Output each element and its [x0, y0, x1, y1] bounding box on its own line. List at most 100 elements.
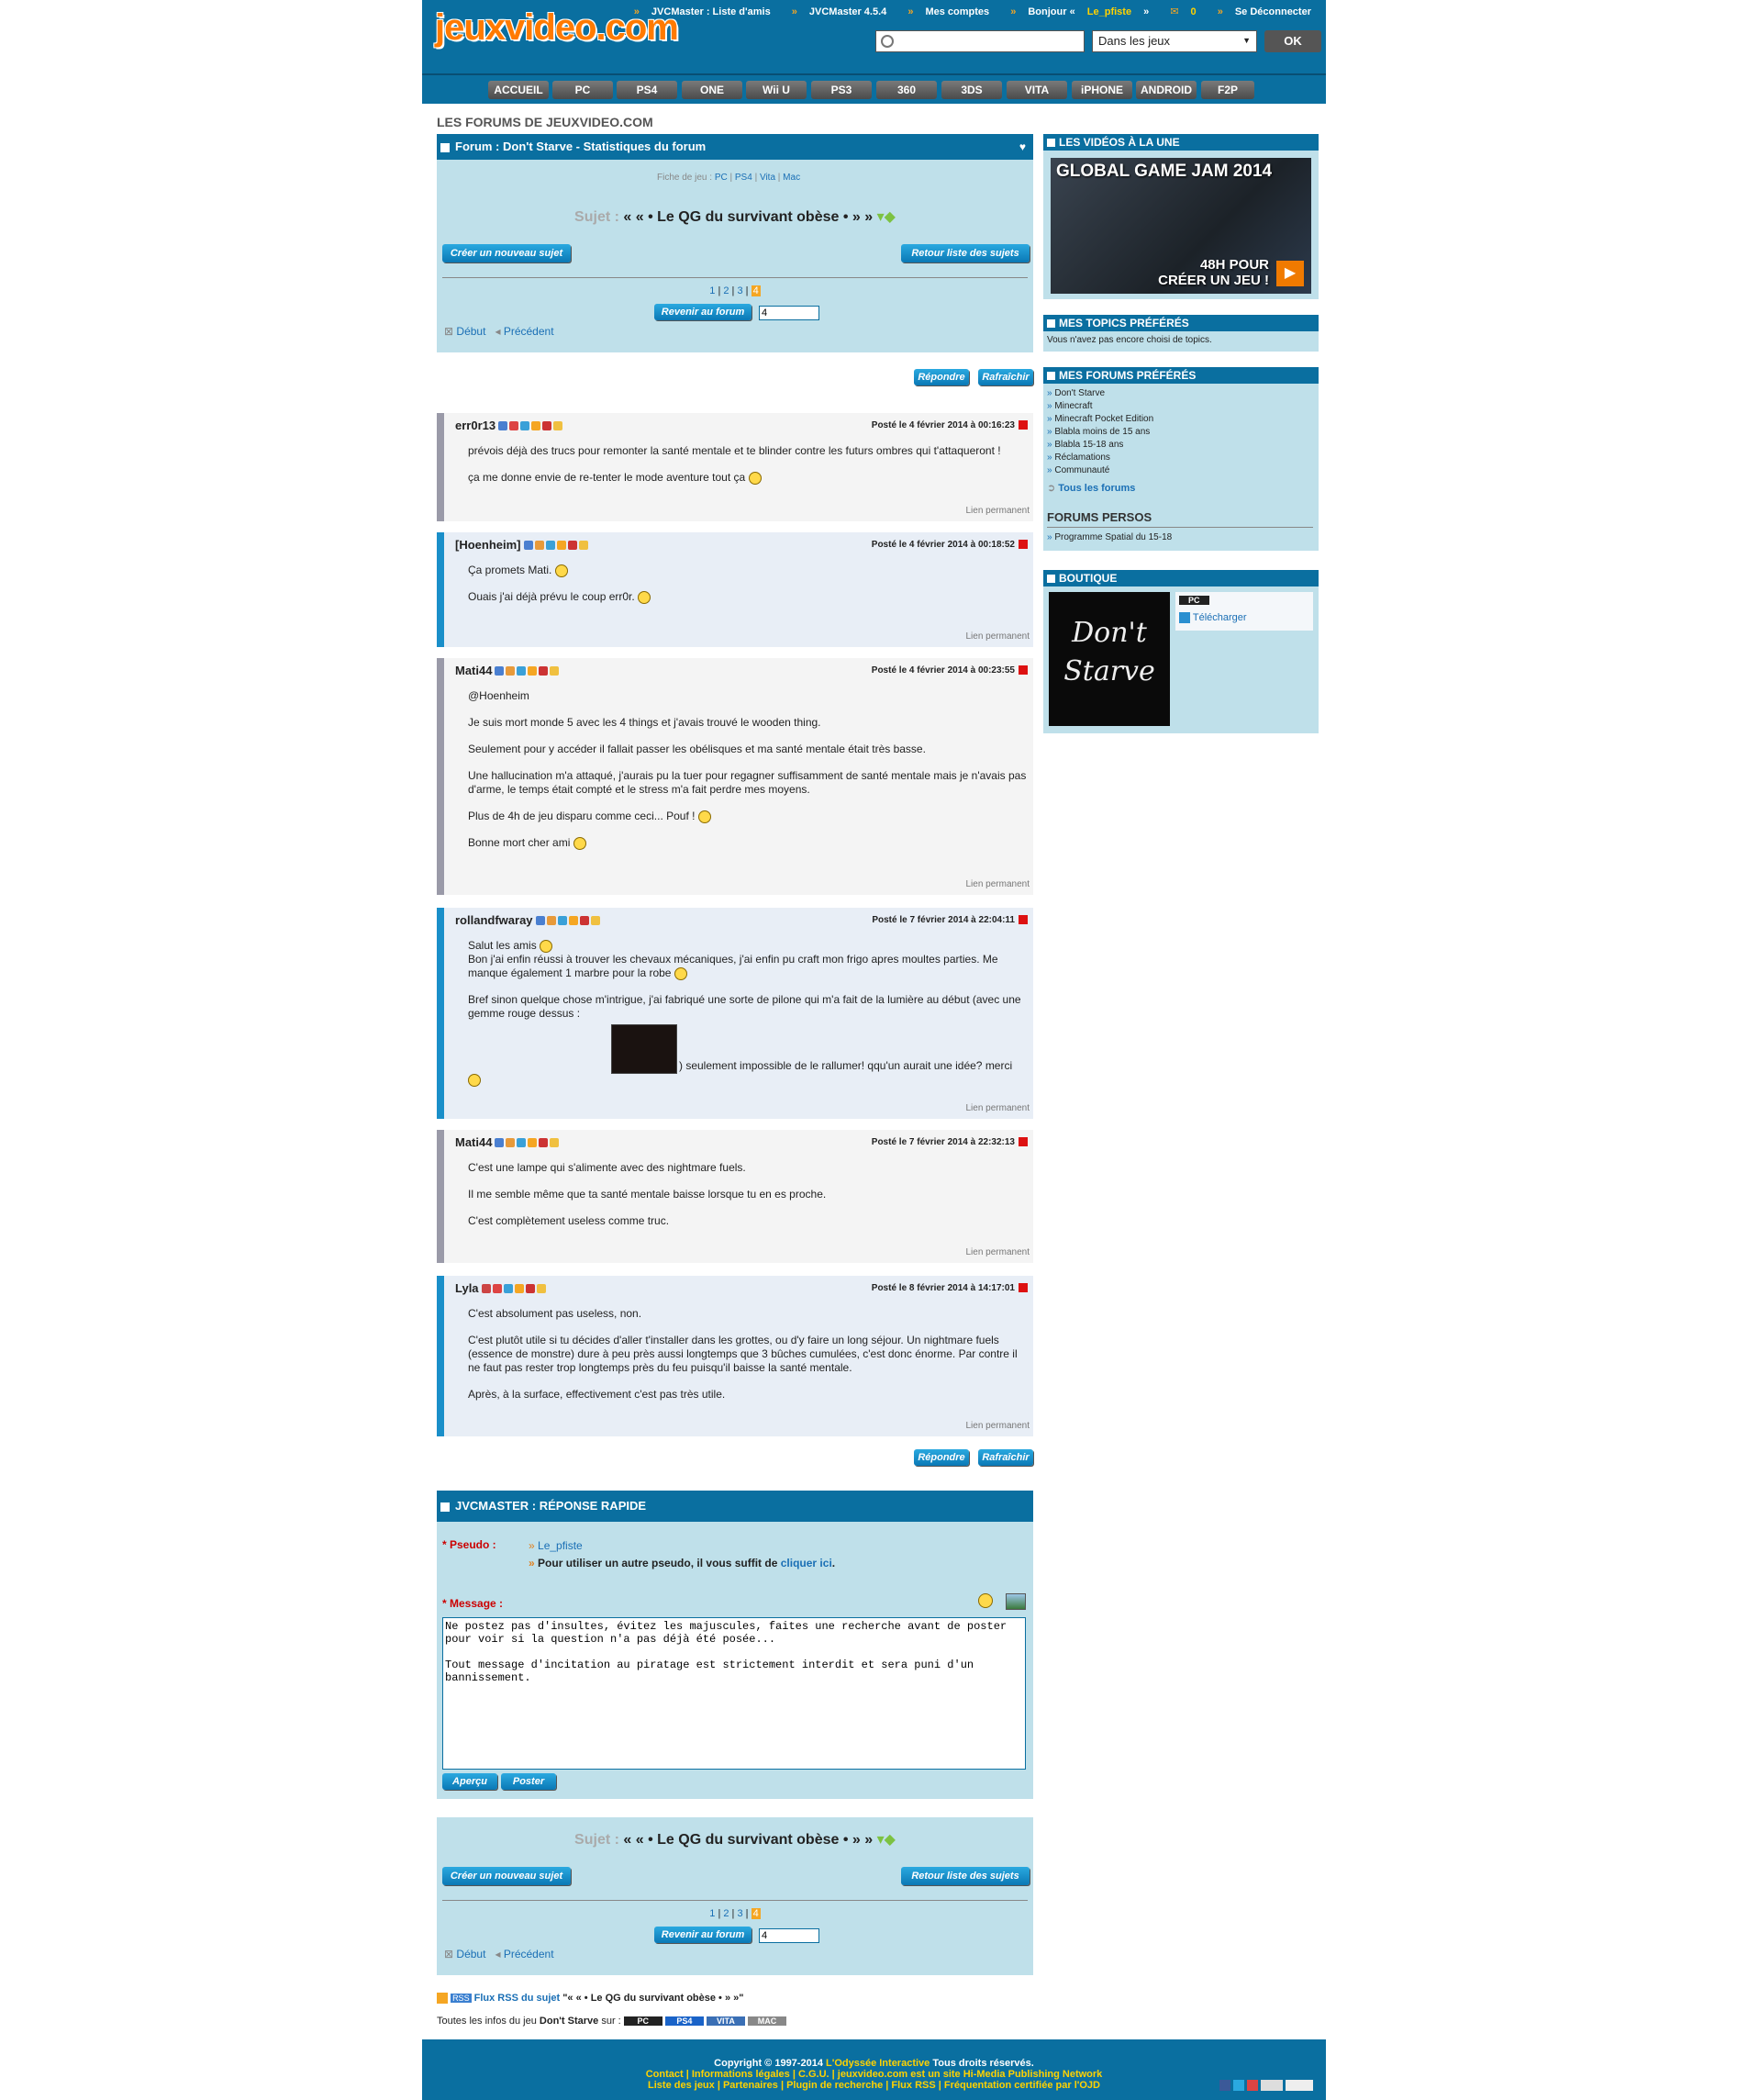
permalink[interactable]: Lien permanent — [966, 1247, 1030, 1257]
post-author[interactable]: Mati44 — [455, 664, 561, 678]
info-vita-button[interactable]: VITA — [706, 2016, 745, 2027]
page-2-link[interactable]: 2 — [723, 1908, 729, 1919]
search-input[interactable] — [898, 33, 1076, 51]
friends-link[interactable]: » JVCMaster : Liste d'amis — [625, 6, 771, 17]
page-input[interactable] — [759, 306, 819, 320]
favorite-forum-item[interactable]: » Blabla 15-18 ans — [1047, 439, 1319, 452]
refresh-button-bottom[interactable]: Rafraîchir — [978, 1449, 1033, 1466]
page-3-link[interactable]: 3 — [737, 285, 742, 296]
rss-feed-link[interactable]: Flux RSS du sujet — [474, 1993, 561, 2004]
report-icon[interactable] — [1019, 540, 1028, 550]
favorite-forum-item[interactable]: » Blabla moins de 15 ans — [1047, 426, 1319, 439]
favorite-heart-icon[interactable]: ♥ — [1019, 134, 1026, 160]
nav-vita[interactable]: VITA — [1007, 81, 1067, 99]
nav-pc[interactable]: PC — [552, 81, 613, 99]
collapse-icon[interactable] — [440, 142, 450, 152]
mail-link[interactable]: ✉ 0 — [1161, 6, 1196, 17]
info-ps4-button[interactable]: PS4 — [664, 2016, 704, 2027]
nav-3ds[interactable]: 3DS — [941, 81, 1002, 99]
embedded-screenshot-image[interactable] — [611, 1024, 677, 1074]
preview-button[interactable]: Aperçu — [442, 1773, 497, 1790]
post-author[interactable]: Lyla — [455, 1281, 548, 1296]
odyssee-link[interactable]: L'Odyssée Interactive — [826, 2058, 930, 2069]
post-button[interactable]: Poster — [501, 1773, 556, 1790]
image-insert-icon[interactable] — [1006, 1593, 1026, 1610]
post-author[interactable]: [Hoenheim] — [455, 538, 590, 553]
back-to-forum-button[interactable]: Revenir au forum — [654, 304, 752, 320]
reply-button-top[interactable]: Répondre — [914, 369, 969, 385]
video-thumbnail[interactable]: GLOBAL GAME JAM 2014 48H POUR CRÉER UN JE… — [1051, 158, 1311, 294]
nav-android[interactable]: ANDROID — [1136, 81, 1197, 99]
page-2-link[interactable]: 2 — [723, 285, 729, 296]
permalink[interactable]: Lien permanent — [966, 879, 1030, 889]
search-ok-button[interactable]: OK — [1264, 30, 1321, 52]
back-to-list-button[interactable]: Retour liste des sujets — [901, 1867, 1030, 1885]
share-count-icon[interactable] — [1286, 2080, 1313, 2091]
report-icon[interactable] — [1019, 665, 1028, 676]
permalink[interactable]: Lien permanent — [966, 1421, 1030, 1431]
footer-links-2[interactable]: Liste des jeux | Partenaires | Plugin de… — [422, 2080, 1326, 2091]
twitter-icon[interactable] — [1232, 2080, 1244, 2091]
jvcmaster-link[interactable]: » JVCMaster 4.5.4 — [783, 6, 887, 17]
new-topic-button[interactable]: Créer un nouveau sujet — [442, 244, 571, 262]
nav-ps4[interactable]: PS4 — [617, 81, 677, 99]
post-author[interactable]: Mati44 — [455, 1135, 561, 1150]
click-here-link[interactable]: cliquer ici — [781, 1557, 832, 1569]
download-link[interactable]: Télécharger — [1179, 612, 1247, 624]
forum-title[interactable]: Forum : Don't Starve - Statistiques du f… — [455, 140, 706, 153]
reply-button-bottom[interactable]: Répondre — [914, 1449, 969, 1466]
favorite-forum-item[interactable]: » Minecraft — [1047, 400, 1319, 413]
facebook-icon[interactable] — [1219, 2080, 1230, 2091]
previous-link[interactable]: Précédent — [504, 1948, 554, 1960]
favorite-forum-item[interactable]: » Don't Starve — [1047, 387, 1319, 400]
search-scope-select[interactable]: Dans les jeux ▼ — [1092, 30, 1257, 52]
nav-accueil[interactable]: ACCUEIL — [488, 81, 549, 99]
page-3-link[interactable]: 3 — [737, 1908, 742, 1919]
report-icon[interactable] — [1019, 420, 1028, 430]
favorite-forum-item[interactable]: » Communauté — [1047, 464, 1319, 477]
refresh-button-top[interactable]: Rafraîchir — [978, 369, 1033, 385]
collapse-icon[interactable] — [440, 1502, 450, 1512]
page-input[interactable] — [759, 1928, 819, 1943]
info-mac-button[interactable]: MAC — [748, 2016, 786, 2027]
googleplus-icon[interactable] — [1246, 2080, 1258, 2091]
play-icon[interactable]: ▶ — [1276, 261, 1304, 286]
accounts-link[interactable]: » Mes comptes — [898, 6, 989, 17]
platform-mac-link[interactable]: Mac — [783, 173, 800, 183]
start-link[interactable]: Début — [456, 325, 485, 338]
message-textarea[interactable]: Ne postez pas d'insultes, évitez les maj… — [442, 1617, 1026, 1770]
nav-iphone[interactable]: iPHONE — [1072, 81, 1132, 99]
back-to-forum-button[interactable]: Revenir au forum — [654, 1927, 752, 1943]
page-1-link[interactable]: 1 — [709, 285, 715, 296]
game-cover-image[interactable]: Don't Starve — [1049, 592, 1170, 726]
report-icon[interactable] — [1019, 915, 1028, 925]
username-link[interactable]: Le_pfiste — [1087, 6, 1131, 17]
platform-pc-link[interactable]: PC — [715, 173, 728, 183]
permalink[interactable]: Lien permanent — [966, 1103, 1030, 1113]
back-to-list-button[interactable]: Retour liste des sujets — [901, 244, 1030, 262]
post-author[interactable]: rollandfwaray — [455, 913, 602, 928]
logout-link[interactable]: » Se Déconnecter — [1208, 6, 1311, 17]
new-topic-button[interactable]: Créer un nouveau sujet — [442, 1867, 571, 1885]
permalink[interactable]: Lien permanent — [966, 631, 1030, 642]
nav-one[interactable]: ONE — [682, 81, 742, 99]
page-1-link[interactable]: 1 — [709, 1908, 715, 1919]
report-icon[interactable] — [1019, 1137, 1028, 1147]
nav-wiiu[interactable]: Wii U — [746, 81, 807, 99]
footer-links-1[interactable]: Contact | Informations légales | C.G.U. … — [422, 2069, 1326, 2080]
platform-vita-link[interactable]: Vita — [760, 173, 775, 183]
permalink[interactable]: Lien permanent — [966, 506, 1030, 516]
favorite-forum-item[interactable]: » Minecraft Pocket Edition — [1047, 413, 1319, 426]
smiley-picker-icon[interactable] — [978, 1593, 993, 1608]
nav-360[interactable]: 360 — [876, 81, 937, 99]
report-icon[interactable] — [1019, 1283, 1028, 1293]
perso-forum-item[interactable]: » Programme Spatial du 15-18 — [1047, 532, 1172, 542]
post-author[interactable]: err0r13 — [455, 419, 564, 433]
previous-link[interactable]: Précédent — [504, 325, 554, 338]
all-forums-link[interactable]: ➲ Tous les forums — [1047, 482, 1319, 495]
start-link[interactable]: Début — [456, 1948, 485, 1960]
info-pc-button[interactable]: PC — [623, 2016, 662, 2027]
nav-ps3[interactable]: PS3 — [811, 81, 872, 99]
nav-f2p[interactable]: F2P — [1201, 81, 1254, 99]
platform-ps4-link[interactable]: PS4 — [735, 173, 752, 183]
